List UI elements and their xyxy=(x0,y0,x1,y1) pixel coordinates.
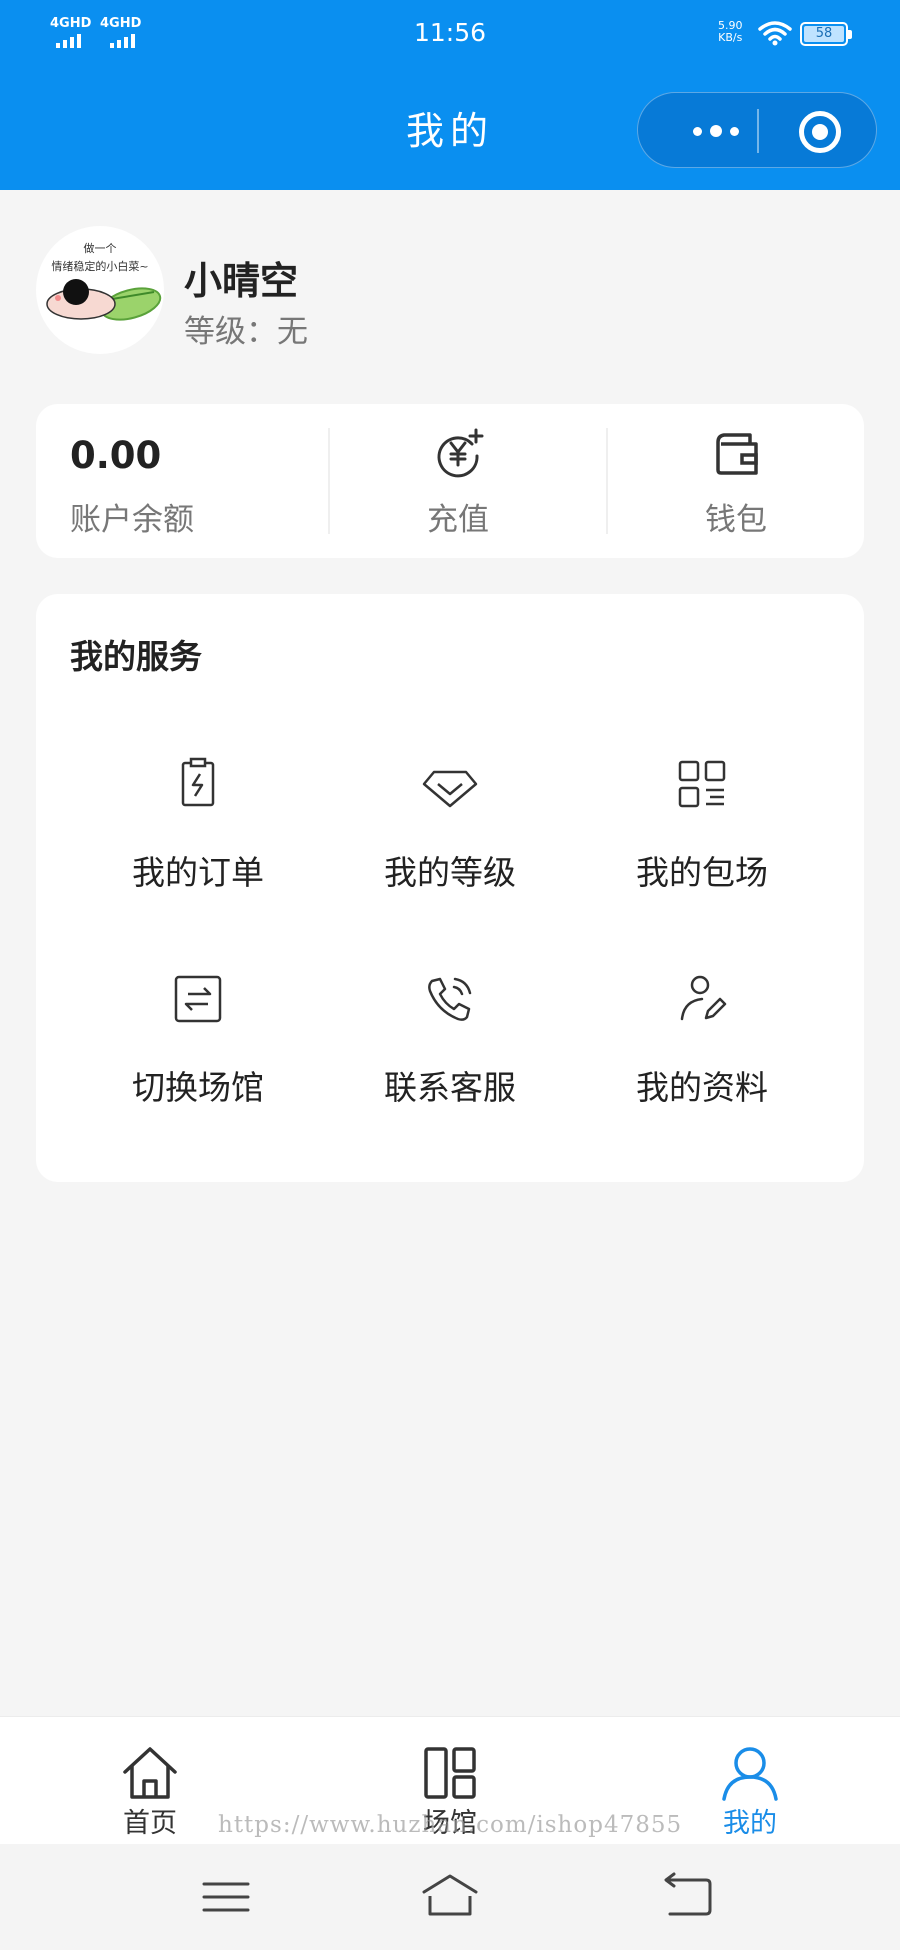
divider xyxy=(328,428,330,534)
switch-arrows-icon xyxy=(174,975,222,1023)
home-icon xyxy=(123,1747,177,1799)
battery-level: 58 xyxy=(804,26,844,42)
username: 小晴空 xyxy=(184,259,299,303)
level-value: 无 xyxy=(277,314,308,350)
home-outline-icon[interactable] xyxy=(420,1872,480,1922)
balance-label: 账户余额 xyxy=(70,502,194,538)
service-my-booking[interactable]: 我的包场 xyxy=(571,754,833,934)
yuan-plus-icon xyxy=(437,428,484,478)
recharge-label: 充值 xyxy=(427,502,489,538)
user-level: 等级：无 xyxy=(184,306,308,351)
wallet-button[interactable]: 钱包 xyxy=(636,404,836,558)
service-label: 联系客服 xyxy=(384,1068,516,1107)
status-bar: 4GHD 4GHD 11:56 5.90 KB/s 58 xyxy=(0,0,900,70)
balance-card: 0.00 账户余额 充值 钱包 xyxy=(36,404,864,558)
service-label: 我的资料 xyxy=(636,1068,768,1107)
battery-icon: 58 xyxy=(800,22,852,46)
user-edit-icon xyxy=(680,975,727,1021)
net-speed-unit: KB/s xyxy=(718,31,743,44)
target-icon[interactable] xyxy=(799,111,841,153)
tab-label: 我的 xyxy=(723,1808,777,1839)
net-speed: 5.90 KB/s xyxy=(718,20,743,44)
mini-program-capsule xyxy=(637,92,877,168)
service-label: 我的包场 xyxy=(636,853,768,892)
phone-call-icon xyxy=(428,977,472,1021)
service-my-profile[interactable]: 我的资料 xyxy=(571,969,833,1149)
tab-home[interactable]: 首页 xyxy=(70,1717,230,1845)
wallet-label: 钱包 xyxy=(705,502,767,538)
service-label: 我的订单 xyxy=(132,853,264,892)
wifi-icon xyxy=(758,21,792,46)
grid-list-icon xyxy=(678,760,726,808)
venue-layout-icon xyxy=(424,1747,476,1799)
level-label: 等级： xyxy=(184,314,277,350)
balance-amount: 0.00 xyxy=(70,434,162,477)
more-dots-icon[interactable] xyxy=(674,93,758,169)
recharge-button[interactable]: 充值 xyxy=(358,404,558,558)
avatar[interactable]: 做一个 情绪稳定的小白菜~ xyxy=(36,226,164,354)
diamond-icon xyxy=(422,770,478,808)
services-title: 我的服务 xyxy=(70,637,202,676)
tab-mine[interactable]: 我的 xyxy=(670,1717,830,1845)
service-my-orders[interactable]: 我的订单 xyxy=(67,754,329,934)
tab-label: 首页 xyxy=(123,1808,177,1839)
system-nav-bar xyxy=(0,1844,900,1950)
service-switch-venue[interactable]: 切换场馆 xyxy=(67,969,329,1149)
service-label: 切换场馆 xyxy=(132,1068,264,1107)
order-clipboard-icon xyxy=(181,757,215,807)
user-icon xyxy=(722,1747,778,1801)
service-contact-support[interactable]: 联系客服 xyxy=(319,969,581,1149)
services-card: 我的服务 我的订单 我的等级 我的包场 切换场馆 联系客服 我的资料 xyxy=(36,594,864,1182)
wallet-icon xyxy=(716,433,758,475)
service-my-level[interactable]: 我的等级 xyxy=(319,754,581,934)
back-icon[interactable] xyxy=(658,1872,718,1922)
service-label: 我的等级 xyxy=(384,853,516,892)
watermark-text: https://www.huzhan.com/ishop47855 xyxy=(218,1812,683,1838)
divider xyxy=(606,428,608,534)
header-bar: 4GHD 4GHD 11:56 5.90 KB/s 58 我的 xyxy=(0,0,900,190)
cabbage-illustration xyxy=(46,279,162,321)
menu-icon[interactable] xyxy=(196,1872,256,1922)
